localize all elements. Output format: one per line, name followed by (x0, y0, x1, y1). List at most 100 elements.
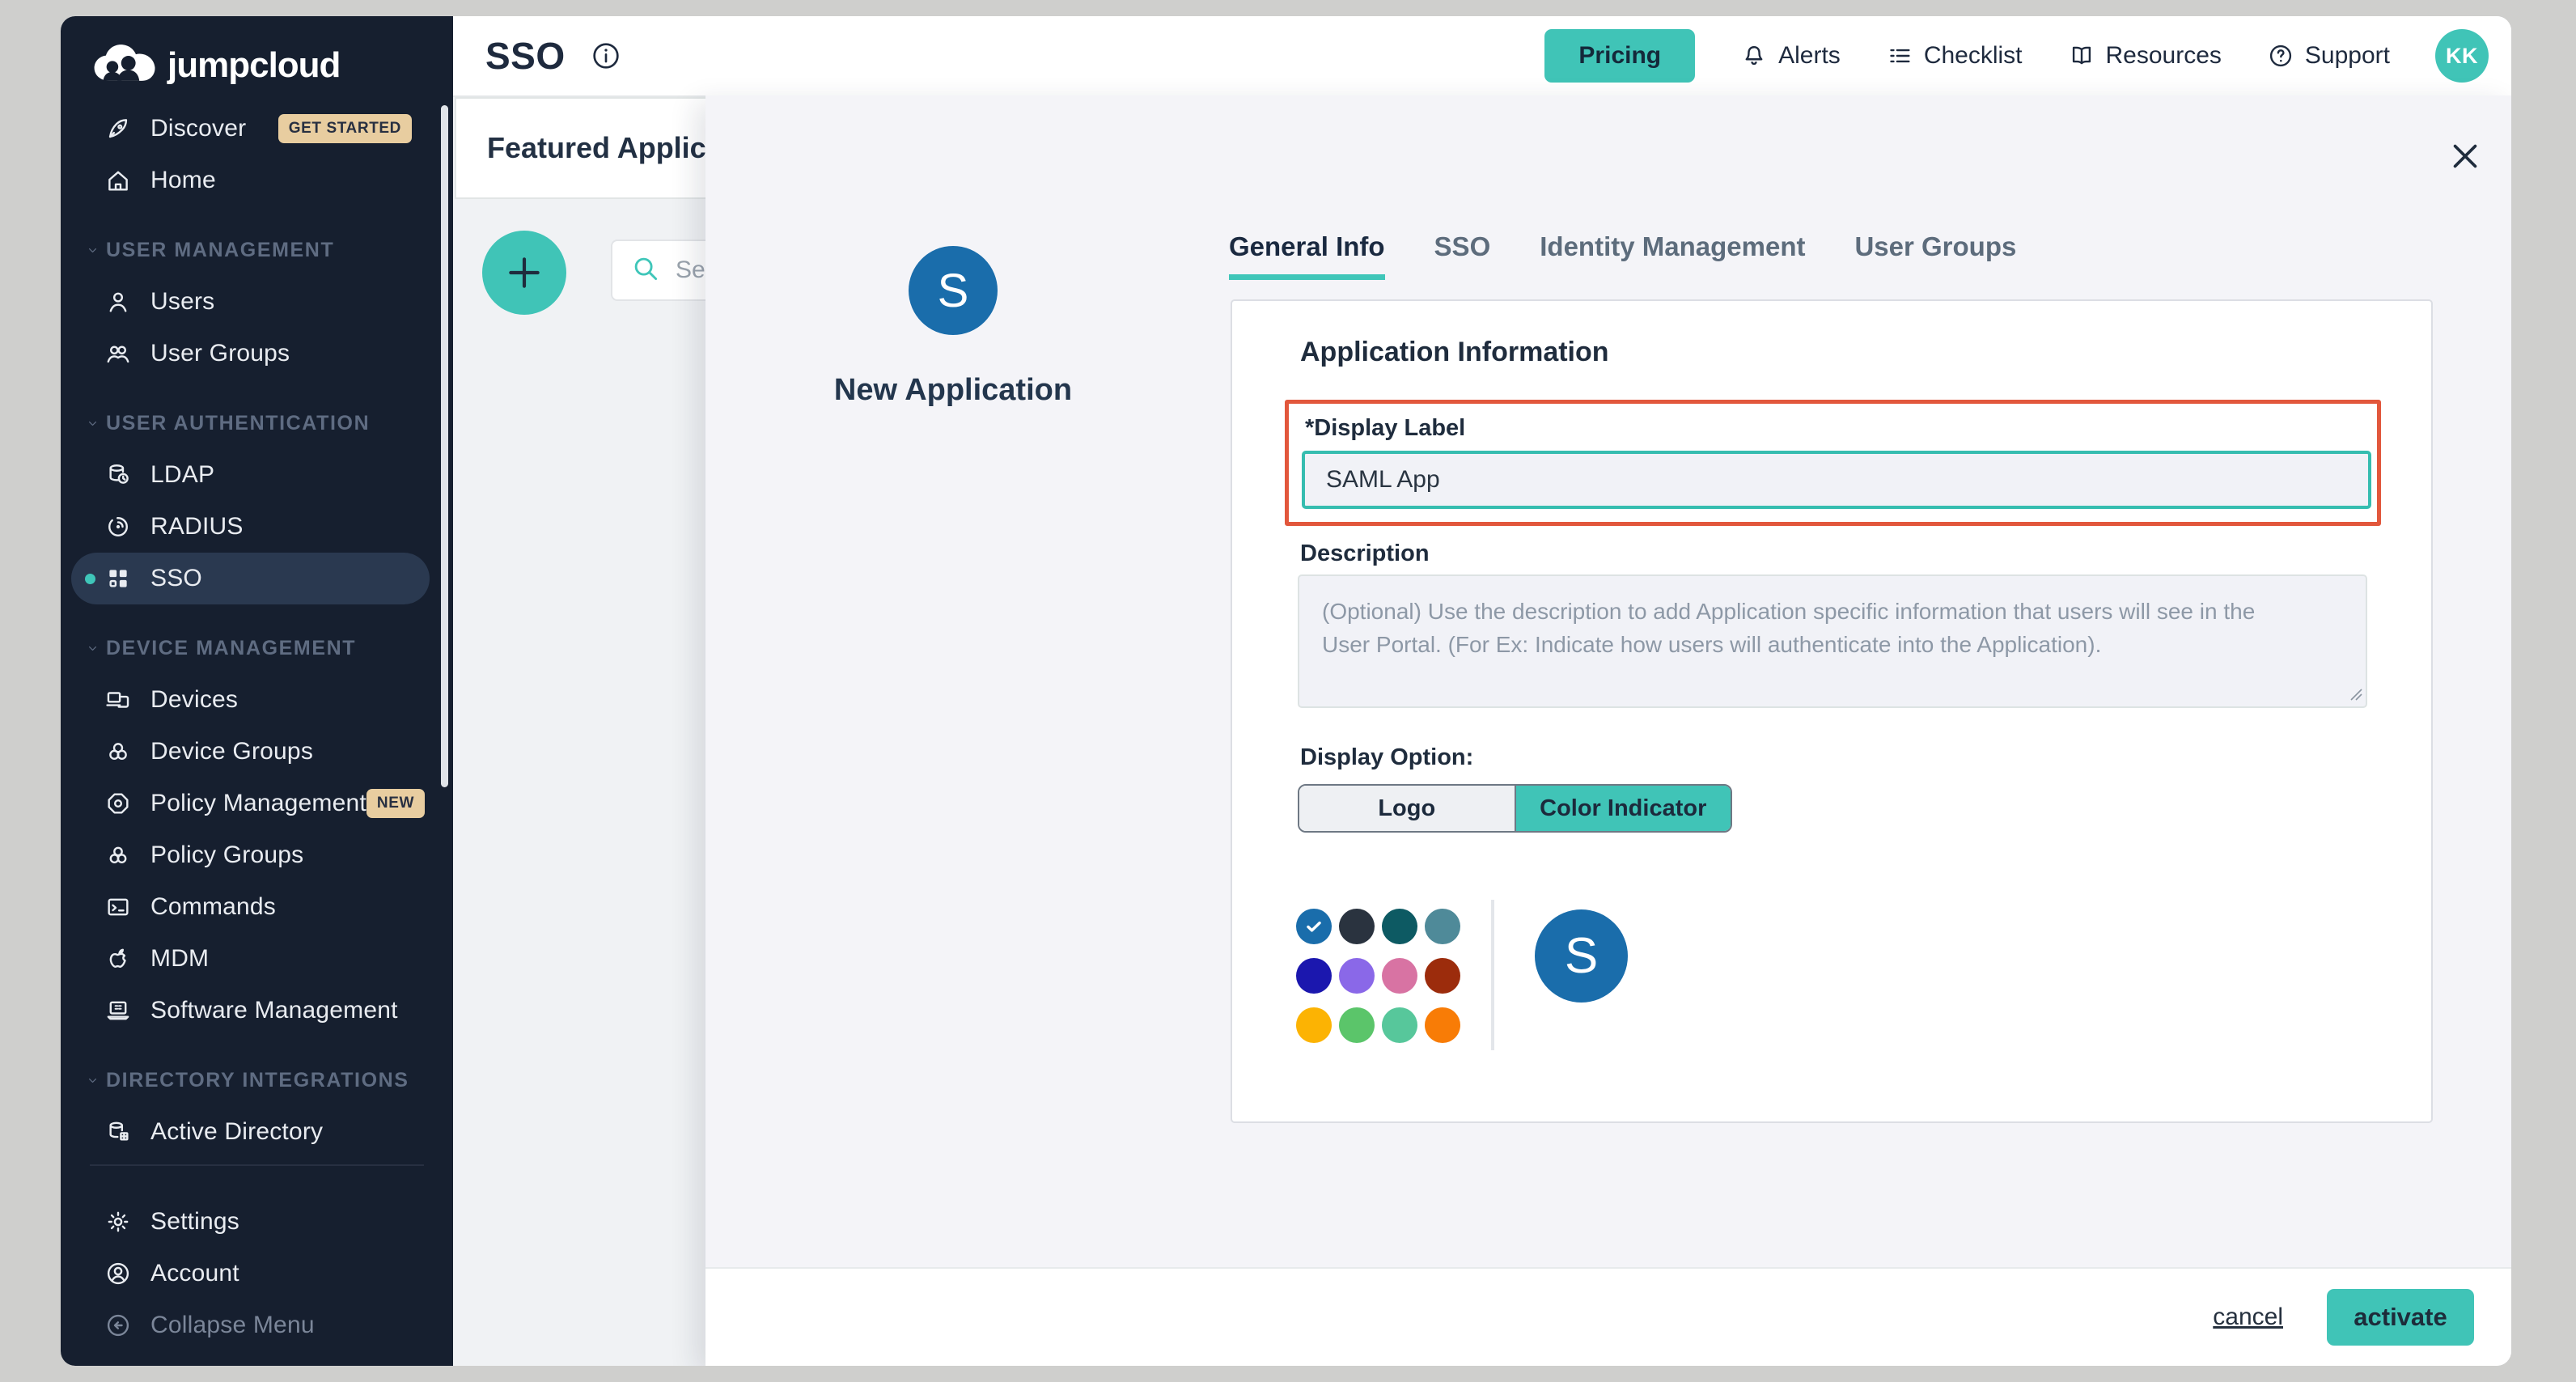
sidebar-item-label: User Groups (150, 340, 290, 367)
sidebar-item-active-directory[interactable]: Active Directory (71, 1106, 430, 1158)
color-swatch-5[interactable] (1339, 958, 1375, 994)
application-information-card: Application Information *Display Label D… (1231, 299, 2433, 1123)
header-actions: Pricing AlertsChecklistResourcesSupport … (1544, 29, 2511, 83)
apple-icon (104, 945, 132, 973)
bell-icon (1740, 42, 1768, 70)
sidebar-item-policy-management[interactable]: Policy ManagementNEW (71, 778, 430, 829)
tab-identity-management[interactable]: Identity Management (1540, 231, 1805, 280)
laptop-icon (104, 997, 132, 1024)
jumpcloud-logo[interactable]: jumpcloud (90, 42, 340, 88)
header-action-support[interactable]: Support (2267, 42, 2390, 70)
sidebar-item-discover[interactable]: Discover GET STARTED (71, 103, 430, 155)
sidebar: jumpcloud Discover GET STARTED Home USER MA… (61, 16, 453, 1366)
sidebar-item-label: LDAP (150, 461, 214, 489)
plus-icon (504, 252, 544, 293)
sidebar-item-settings[interactable]: Settings (71, 1196, 430, 1248)
activate-button[interactable]: activate (2327, 1289, 2474, 1346)
color-swatch-9[interactable] (1339, 1007, 1375, 1043)
sidebar-section-user-authentication[interactable]: USER AUTHENTICATION (61, 397, 453, 449)
color-swatch-1[interactable] (1339, 909, 1375, 944)
color-swatch-grid (1296, 909, 1460, 1043)
sidebar-scrollbar[interactable] (441, 105, 448, 787)
display-option-color-indicator[interactable]: Color Indicator (1515, 786, 1731, 831)
sidebar-item-label: Software Management (150, 997, 398, 1024)
sidebar-item-label: MDM (150, 945, 209, 973)
sidebar-item-device-groups[interactable]: Device Groups (71, 726, 430, 778)
pricing-button[interactable]: Pricing (1544, 29, 1695, 83)
sidebar-item-label: Settings (150, 1208, 239, 1236)
add-application-button[interactable] (482, 231, 566, 315)
color-swatch-2[interactable] (1382, 909, 1417, 944)
sidebar-item-software-management[interactable]: Software Management (71, 985, 430, 1036)
display-label-label: *Display Label (1305, 415, 1465, 442)
color-swatch-11[interactable] (1425, 1007, 1460, 1043)
help-icon (2267, 42, 2294, 70)
checklist-icon (1886, 42, 1913, 70)
sidebar-item-label: Collapse Menu (150, 1312, 315, 1339)
display-label-highlight: *Display Label (1285, 400, 2381, 526)
sidebar-divider (90, 1164, 424, 1166)
chevron-down-icon (86, 1074, 106, 1087)
cancel-link[interactable]: cancel (2213, 1304, 2283, 1331)
sidebar-item-label: RADIUS (150, 513, 244, 541)
featured-applications-heading: Featured Applica (487, 131, 722, 165)
sidebar-section-device-management[interactable]: DEVICE MANAGEMENT (61, 622, 453, 674)
tab-general-info[interactable]: General Info (1229, 231, 1385, 280)
sidebar-item-collapse-menu[interactable]: Collapse Menu (71, 1299, 430, 1351)
sidebar-item-mdm[interactable]: MDM (71, 933, 430, 985)
sidebar-item-label: Devices (150, 686, 238, 714)
color-swatch-selected[interactable] (1296, 909, 1332, 944)
terminal-icon (104, 893, 132, 921)
color-swatch-8[interactable] (1296, 1007, 1332, 1043)
collapse-icon (104, 1312, 132, 1339)
modal-footer: cancel activate (705, 1267, 2511, 1366)
sidebar-item-commands[interactable]: Commands (71, 881, 430, 933)
badge-new: NEW (366, 789, 425, 818)
search-icon (630, 253, 661, 288)
chevron-down-icon (86, 642, 106, 655)
color-swatch-7[interactable] (1425, 958, 1460, 994)
color-swatch-4[interactable] (1296, 958, 1332, 994)
devices-icon (104, 686, 132, 714)
sidebar-item-radius[interactable]: RADIUS (71, 501, 430, 553)
header-action-resources[interactable]: Resources (2068, 42, 2222, 70)
close-icon[interactable] (2447, 138, 2484, 175)
swatch-divider (1491, 900, 1494, 1050)
info-icon[interactable] (590, 40, 622, 72)
badge-get-started: GET STARTED (278, 114, 412, 143)
color-swatch-3[interactable] (1425, 909, 1460, 944)
users-icon (104, 340, 132, 367)
sidebar-item-policy-groups[interactable]: Policy Groups (71, 829, 430, 881)
sidebar-item-home[interactable]: Home (71, 155, 430, 206)
modal-tabs: General Info SSO Identity Management User G… (1229, 231, 2016, 280)
description-textarea[interactable] (1298, 574, 2367, 708)
sidebar-section-directory-integrations[interactable]: DIRECTORY INTEGRATIONS (61, 1054, 453, 1106)
sidebar-item-ldap[interactable]: LDAP (71, 449, 430, 501)
color-indicator-preview: S (1535, 909, 1628, 1003)
sidebar-item-label: Discover (150, 115, 246, 142)
sidebar-item-label: Commands (150, 893, 276, 921)
tab-user-groups[interactable]: User Groups (1854, 231, 2016, 280)
display-label-input[interactable] (1302, 451, 2371, 509)
sidebar-nav: DiscoverGET STARTEDHomeUSER MANAGEMENTUs… (61, 103, 453, 1366)
sidebar-item-user-groups[interactable]: User Groups (71, 328, 430, 379)
chevron-down-icon (86, 244, 106, 257)
radius-icon (104, 513, 132, 541)
account-icon (104, 1260, 132, 1287)
sidebar-item-label: SSO (150, 565, 202, 592)
sidebar-item-devices[interactable]: Devices (71, 674, 430, 726)
header-action-alerts[interactable]: Alerts (1740, 42, 1841, 70)
jumpcloud-logo-text: jumpcloud (167, 45, 340, 86)
sidebar-section-user-management[interactable]: USER MANAGEMENT (61, 224, 453, 276)
sidebar-item-users[interactable]: Users (71, 276, 430, 328)
sidebar-item-account[interactable]: Account (71, 1248, 430, 1299)
tab-sso[interactable]: SSO (1434, 231, 1491, 280)
book-icon (2068, 42, 2095, 70)
color-swatch-6[interactable] (1382, 958, 1417, 994)
display-option-logo[interactable]: Logo (1299, 786, 1515, 831)
avatar[interactable]: KK (2435, 29, 2489, 83)
header-action-checklist[interactable]: Checklist (1886, 42, 2023, 70)
sidebar-item-label: Account (150, 1260, 239, 1287)
sidebar-item-sso[interactable]: SSO (71, 553, 430, 604)
color-swatch-10[interactable] (1382, 1007, 1417, 1043)
